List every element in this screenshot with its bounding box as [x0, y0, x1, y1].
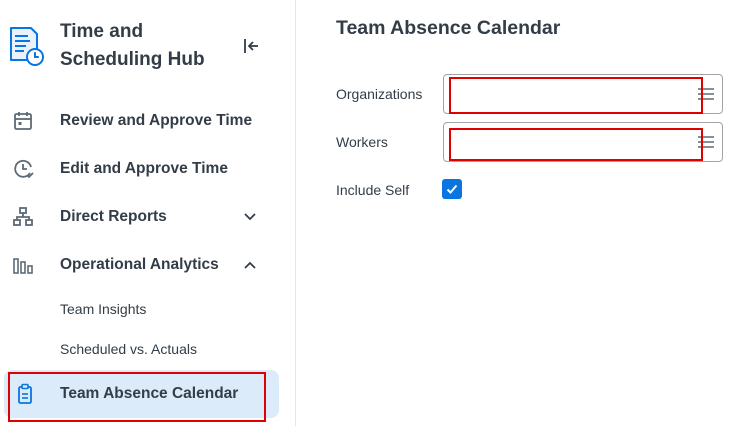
workers-field[interactable] — [443, 122, 723, 162]
organizations-label: Organizations — [336, 86, 423, 102]
include-self-checkbox[interactable] — [442, 179, 462, 199]
workers-label: Workers — [336, 134, 388, 150]
org-chart-icon — [12, 206, 36, 228]
sidebar-item-label: Team Absence Calendar — [60, 385, 239, 402]
organizations-field[interactable] — [443, 74, 723, 114]
clock-check-icon — [12, 158, 36, 180]
chevron-up-icon[interactable] — [242, 257, 258, 273]
collapse-sidebar-icon[interactable] — [241, 36, 261, 56]
sidebar-item-label: Direct Reports — [60, 208, 167, 225]
sidebar-item-direct-reports[interactable]: Direct Reports — [0, 193, 280, 241]
calendar-check-icon — [12, 110, 36, 132]
sidebar-subitem-scheduled-vs-actuals[interactable]: Scheduled vs. Actuals — [60, 341, 197, 357]
sidebar-subitem-team-insights[interactable]: Team Insights — [60, 301, 146, 317]
clipboard-icon — [14, 383, 38, 405]
sidebar-item-review-approve-time[interactable]: Review and Approve Time — [0, 97, 280, 145]
sidebar-item-label: Operational Analytics — [60, 256, 219, 273]
hub-document-clock-icon — [8, 24, 46, 68]
sidebar-item-label: Review and Approve Time — [60, 112, 253, 129]
sidebar-item-team-absence-calendar[interactable]: Team Absence Calendar — [4, 370, 279, 418]
chevron-down-icon[interactable] — [242, 209, 258, 225]
list-prompt-icon[interactable] — [697, 86, 715, 102]
sidebar-item-label: Edit and Approve Time — [60, 160, 228, 177]
include-self-label: Include Self — [336, 182, 410, 198]
page-title: Team Absence Calendar — [336, 17, 561, 39]
sidebar-item-operational-analytics[interactable]: Operational Analytics — [0, 241, 280, 289]
sidebar-item-edit-approve-time[interactable]: Edit and Approve Time — [0, 145, 280, 193]
bar-chart-icon — [12, 254, 36, 276]
hub-title: Time and Scheduling Hub — [60, 21, 205, 70]
list-prompt-icon[interactable] — [697, 134, 715, 150]
sidebar: Time and Scheduling Hub Review and Appro… — [0, 0, 296, 426]
